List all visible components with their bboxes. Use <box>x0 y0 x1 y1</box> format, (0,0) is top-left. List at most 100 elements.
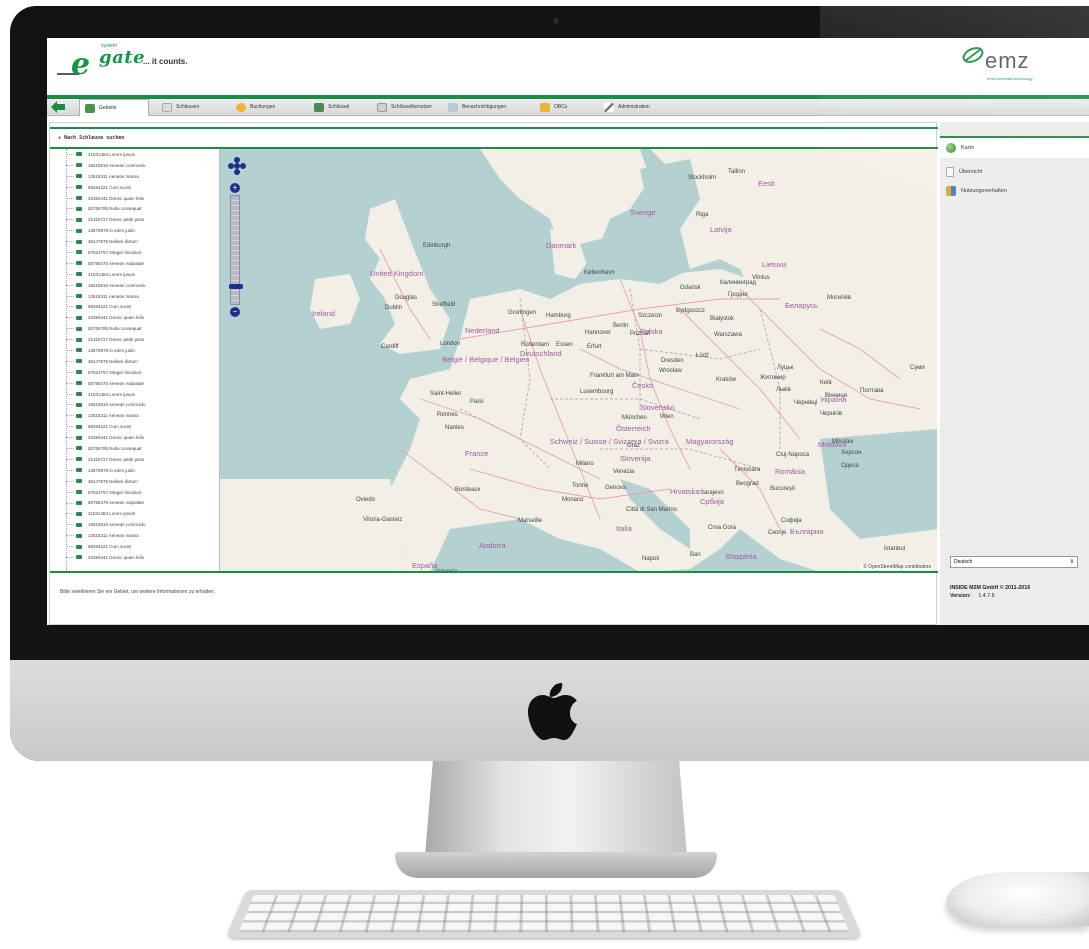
map-city-label: Marseille <box>518 518 543 524</box>
list-item-label: 89454221 Cum sociis <box>88 304 132 310</box>
list-item[interactable]: 35447875 Nullam dictum <box>60 236 216 247</box>
list-item[interactable]: 16515515 Aenean commodo <box>60 399 216 410</box>
list-item[interactable]: 34384441 Donec quam felis <box>60 432 216 443</box>
zoom-slider[interactable] <box>229 195 243 305</box>
map-city-label: Чернігів <box>820 411 843 417</box>
list-item[interactable]: 16515515 Aenean commodo <box>60 519 216 530</box>
map-country-label: Italia <box>616 524 632 533</box>
right-sidebar: Karte Übersicht Nutzungsverhalten Deutsc… <box>940 122 1089 625</box>
sidebar-item-nutzungsverhalten[interactable]: Nutzungsverhalten <box>940 180 1089 202</box>
list-item[interactable]: 13515311 Aenean massa <box>60 410 216 421</box>
sidebar-item-label: Nutzungsverhalten <box>961 188 1007 194</box>
list-item[interactable]: 34384441 Donec quam felis <box>60 312 216 323</box>
list-item[interactable]: 34384441 Donec quam felis <box>60 552 216 563</box>
list-item-label: 21531484 Lorem ipsum <box>88 391 136 397</box>
list-item[interactable]: 89454221 Cum sociis <box>60 301 216 312</box>
tab-obcs[interactable]: OBCs <box>535 99 572 115</box>
list-item[interactable]: 21531484 Lorem ipsum <box>60 389 216 400</box>
list-item[interactable]: 53755785 Nulla consequat <box>60 323 216 334</box>
list-item[interactable]: 21531484 Lorem ipsum <box>60 508 216 519</box>
gate-item-icon <box>76 359 82 364</box>
gate-item-icon <box>76 174 82 179</box>
list-item[interactable]: 53755785 Nulla consequat <box>60 443 216 454</box>
map-city-label: Bucureşti <box>770 486 796 492</box>
tab-schluessel[interactable]: Schlüssel <box>309 99 354 115</box>
emz-logo[interactable]: emz environmental technology <box>957 46 1047 86</box>
gate-tree-list[interactable]: 21531484 Lorem ipsum 16515515 Aenean comm… <box>60 149 216 571</box>
gate-item-icon <box>76 446 82 451</box>
tab-buchungen[interactable]: Buchungen <box>231 99 280 115</box>
list-item[interactable]: 35447875 Nullam dictum <box>60 476 216 487</box>
list-item[interactable]: 35447875 Nullam dictum <box>60 356 216 367</box>
chevron-down-icon: ⇕ <box>1069 559 1074 565</box>
gate-item-icon <box>76 468 82 473</box>
list-item[interactable]: 13515311 Aenean massa <box>60 171 216 182</box>
zoom-out-button[interactable]: − <box>230 307 240 317</box>
map-city-label: Суми <box>910 365 925 371</box>
list-item[interactable]: 13575978 In enim justo <box>60 225 216 236</box>
list-item[interactable]: 13515311 Aenean massa <box>60 530 216 541</box>
zoom-slider-thumb[interactable] <box>229 284 243 289</box>
gate-item-icon <box>76 533 82 538</box>
map-attribution[interactable]: © OpenStreetMap contributors <box>861 564 933 570</box>
keyboard <box>226 889 862 938</box>
version-value: 1.4.7.6 <box>978 593 995 599</box>
back-arrow-icon[interactable] <box>51 101 65 113</box>
list-item[interactable]: 21315727 Donec pede justo <box>60 214 216 225</box>
globe-icon <box>946 143 956 153</box>
map-city-label: München <box>622 415 647 421</box>
tab-administration[interactable]: Administration <box>599 99 655 115</box>
map-view[interactable]: + − United Kingdom Ireland Danmark Nederlan… <box>219 149 937 572</box>
list-item[interactable]: 21315727 Donec pede justo <box>60 334 216 345</box>
list-item[interactable]: 21315727 Donec pede justo <box>60 454 216 465</box>
list-item[interactable]: 89454221 Cum sociis <box>60 421 216 432</box>
pan-control-icon[interactable] <box>228 157 246 175</box>
list-item[interactable]: 13515311 Aenean massa <box>60 291 216 302</box>
gate-item-icon <box>76 261 82 266</box>
map-country-label: Deutschland <box>520 349 562 358</box>
tab-gebiete[interactable]: Gebiete <box>79 99 149 116</box>
map-city-label: Paris <box>470 399 484 405</box>
map-city-label: København <box>584 270 615 276</box>
list-item[interactable]: 87524757 Integer tincidunt <box>60 367 216 378</box>
list-item[interactable]: 16515515 Aenean commodo <box>60 280 216 291</box>
list-item[interactable]: 13575978 In enim justo <box>60 465 216 476</box>
list-item[interactable]: 58785475 Aenean vulputate <box>60 378 216 389</box>
list-item[interactable]: 87524757 Integer tincidunt <box>60 487 216 498</box>
list-item-label: 35447875 Nullam dictum <box>88 358 138 364</box>
list-item[interactable]: 13575978 In enim justo <box>60 345 216 356</box>
screen: e system gate ... it counts. emz environ… <box>47 38 1089 625</box>
list-item[interactable]: 34384441 Donec quam felis <box>60 193 216 204</box>
gate-item-icon <box>76 511 82 516</box>
list-item[interactable]: 58785475 Aenean vulputate <box>60 498 216 509</box>
tab-schluesselbenutzer[interactable]: Schlüsselbenutzer <box>372 99 437 115</box>
list-item[interactable]: 21531484 Lorem ipsum <box>60 149 216 160</box>
list-item[interactable]: 87524757 Integer tincidunt <box>60 247 216 258</box>
gate-item-icon <box>76 326 82 331</box>
tab-schleusen[interactable]: Schleusen <box>157 99 204 115</box>
zoom-in-button[interactable]: + <box>230 183 240 193</box>
map-city-label: Vilnius <box>752 275 770 281</box>
map-country-label: Ireland <box>312 309 335 318</box>
search-gate-toggle[interactable]: + Nach Schleuse suchen <box>58 135 124 141</box>
logo-gate: gate <box>99 47 146 68</box>
tab-benachrichtigungen-label: Benachrichtigungen <box>462 104 507 110</box>
map-city-label: Dresden <box>661 358 684 364</box>
egate-logo[interactable]: e system gate ... it counts. <box>57 43 257 85</box>
panel-title-bar[interactable]: + Nach Schleuse suchen <box>50 127 938 149</box>
list-item[interactable]: 58785475 Aenean vulputate <box>60 258 216 269</box>
map-city-label: Dublin <box>385 305 403 311</box>
list-item[interactable]: 16515515 Aenean commodo <box>60 160 216 171</box>
list-item-label: 13515311 Aenean massa <box>88 173 139 179</box>
tab-benachrichtigungen[interactable]: Benachrichtigungen <box>443 99 511 115</box>
gate-item-icon <box>76 435 82 440</box>
sidebar-item-karte[interactable]: Karte <box>940 136 1089 158</box>
list-item-label: 87524757 Integer tincidunt <box>88 489 142 495</box>
list-item[interactable]: 89454221 Cum sociis <box>60 182 216 193</box>
imac-stage: e system gate ... it counts. emz environ… <box>0 0 1089 949</box>
list-item-label: 16515515 Aenean commodo <box>88 162 146 168</box>
list-item[interactable]: 21531484 Lorem ipsum <box>60 269 216 280</box>
list-item[interactable]: 89454221 Cum sociis <box>60 541 216 552</box>
list-item[interactable]: 53755785 Nulla consequat <box>60 203 216 214</box>
language-select[interactable]: Deutsch ⇕ <box>950 556 1078 568</box>
